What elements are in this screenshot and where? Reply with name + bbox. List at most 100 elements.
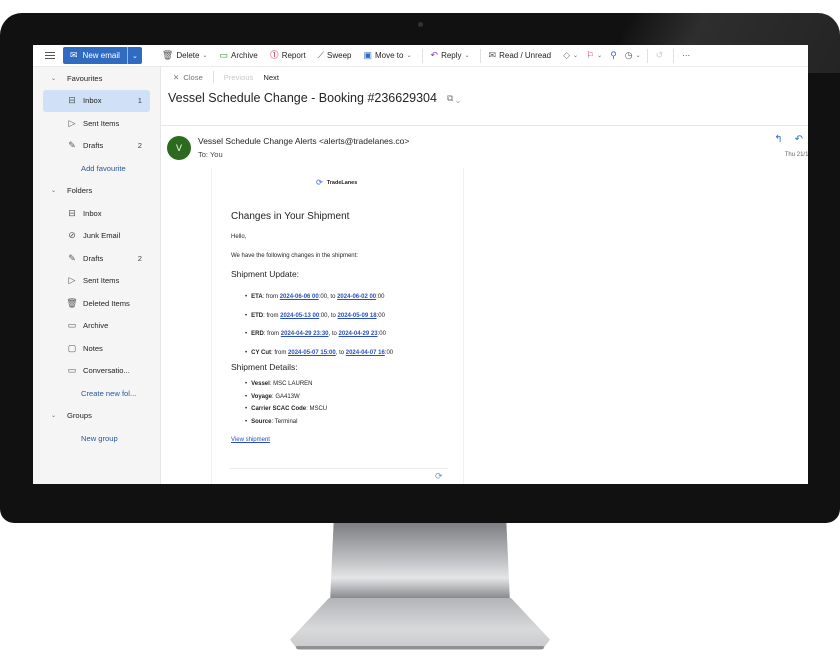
chevron-down-icon: ⌄ xyxy=(406,53,412,59)
sidebar-item-junk-email[interactable]: ⊘ Junk Email xyxy=(43,225,150,248)
email-intro: We have the following changes in the shi… xyxy=(231,253,358,259)
sidebar-item-conversation-history[interactable]: ▭ Conversatio... xyxy=(43,360,150,383)
detail-label: Source xyxy=(251,418,272,425)
footer-divider xyxy=(230,468,448,469)
sidebar-item-inbox[interactable]: ⊟ Inbox xyxy=(43,202,150,225)
read-unread-button[interactable]: ✉ Read / Unread xyxy=(489,51,552,61)
read-unread-label: Read / Unread xyxy=(499,51,552,60)
reply-label: Reply xyxy=(441,51,462,60)
next-button[interactable]: Next xyxy=(263,73,279,82)
chevron-down-icon: ⌄ xyxy=(51,413,57,420)
camera-icon xyxy=(418,22,423,27)
bullet: • xyxy=(245,331,248,338)
sidebar-item-sent-items[interactable]: ▷ Sent Items xyxy=(43,270,150,293)
sidebar-item-label: Notes xyxy=(83,343,103,353)
delete-button[interactable]: 🗑︎ Delete ⌄ xyxy=(162,51,208,61)
favourites-header[interactable]: ⌄ Favourites xyxy=(33,67,160,90)
folder-pane: ⌄ Favourites ⊟ Inbox 1 ▷ Sent Items ✎ Dr… xyxy=(33,67,160,484)
folders-header[interactable]: ⌄ Folders xyxy=(33,180,160,203)
to-date-link[interactable]: 2024-04-07 16 xyxy=(346,350,385,356)
from-date-link[interactable]: 2024-04-29 23:30 xyxy=(281,331,329,337)
report-button[interactable]: ⓵ Report xyxy=(270,51,306,61)
from-date-link[interactable]: 2024-05-13 00 xyxy=(280,313,319,319)
recipient-line: To: You xyxy=(198,150,223,159)
archive-label: Archive xyxy=(231,51,258,60)
toolbar-divider xyxy=(421,48,423,63)
tradelanes-logo: ⟳ TradeLanes xyxy=(316,178,357,187)
reply-icon[interactable]: ↰ xyxy=(774,134,782,145)
move-to-button[interactable]: ▣ Move to ⌄ xyxy=(364,51,412,61)
sidebar-item-sent-items[interactable]: ▷ Sent Items xyxy=(43,112,150,135)
sidebar-item-label: Inbox xyxy=(83,208,102,218)
pencil-icon: ✎ xyxy=(68,140,76,151)
more-icon: ··· xyxy=(682,51,691,60)
shipment-update-heading: Shipment Update: xyxy=(231,269,300,279)
sender-name[interactable]: Vessel Schedule Change Alerts <alerts@tr… xyxy=(198,136,409,146)
toolbar-divider xyxy=(673,48,675,63)
new-email-button[interactable]: ✉ New email xyxy=(63,47,127,64)
command-toolbar: ✉ New email ⌄ 🗑︎ Delete ⌄ ▭ Archive ⓵ Re… xyxy=(33,45,808,67)
from-date-link[interactable]: 2024-06-06 00 xyxy=(280,294,319,300)
update-label: CY Cut xyxy=(251,350,271,357)
reading-pane: ✕ Close Previous Next Vessel Schedule Ch… xyxy=(160,67,808,484)
close-button[interactable]: ✕ Close xyxy=(173,73,203,82)
sweep-icon: ⟋ xyxy=(317,50,325,60)
groups-title: Groups xyxy=(67,411,92,421)
favourites-title: Favourites xyxy=(67,73,103,83)
hamburger-menu-icon[interactable] xyxy=(45,52,59,59)
shipment-details-heading: Shipment Details: xyxy=(231,362,298,372)
sidebar-item-drafts[interactable]: ✎ Drafts 2 xyxy=(43,135,150,158)
detail-label: Carrier SCAC Code xyxy=(251,406,307,413)
sidebar-item-label: Inbox xyxy=(83,96,102,106)
sidebar-item-notes[interactable]: ▢ Notes xyxy=(43,337,150,360)
from-date-link[interactable]: 2024-05-07 15:00 xyxy=(288,350,336,356)
snooze-button[interactable]: ◷ ⌄ xyxy=(625,51,641,60)
draft-count: 2 xyxy=(137,253,142,263)
undo-icon: ↺ xyxy=(655,50,664,60)
to-time-tail: :00 xyxy=(376,294,385,301)
summary-icon[interactable]: ⧉ ⌄ xyxy=(447,93,460,104)
message-date: Thu 21/11/ xyxy=(784,152,808,158)
detail-item-voyage: • Voyage: GA413W xyxy=(245,393,300,400)
pin-button[interactable]: ⚲ xyxy=(610,51,617,60)
message-nav-bar: ✕ Close Previous Next xyxy=(161,67,808,87)
undo-button[interactable]: ↺ xyxy=(656,51,664,60)
sidebar-item-inbox[interactable]: ⊟ Inbox 1 xyxy=(43,89,150,112)
reply-all-icon[interactable]: ↶ xyxy=(795,134,803,145)
trash-icon: 🗑︎ xyxy=(66,297,78,308)
chevron-down-icon: ⌄ xyxy=(597,53,603,59)
detail-item-scac: • Carrier SCAC Code: MSCU xyxy=(245,406,328,413)
unread-count: 1 xyxy=(137,96,142,106)
pencil-icon: ✎ xyxy=(68,252,76,263)
sidebar-item-archive[interactable]: ▭ Archive xyxy=(43,315,150,338)
send-icon: ▷ xyxy=(68,275,76,286)
bullet: • xyxy=(245,294,248,301)
to-date-link[interactable]: 2024-04-29 23 xyxy=(339,331,378,337)
groups-header[interactable]: ⌄ Groups xyxy=(33,405,160,428)
previous-button[interactable]: Previous xyxy=(224,73,254,82)
send-icon: ▷ xyxy=(68,117,76,128)
archive-button[interactable]: ▭ Archive xyxy=(219,51,258,61)
new-email-dropdown-button[interactable]: ⌄ xyxy=(126,47,142,64)
chevron-down-icon: ⌄ xyxy=(51,188,57,195)
note-icon: ▢ xyxy=(67,342,77,353)
more-options-button[interactable]: ··· xyxy=(682,51,690,60)
view-shipment-link[interactable]: View shipment xyxy=(231,437,270,443)
create-new-folder-link[interactable]: Create new fol... xyxy=(33,382,160,405)
sidebar-item-label: Sent Items xyxy=(83,276,120,286)
tag-icon: ◇ xyxy=(563,50,571,60)
monitor-stand-shadow xyxy=(296,646,544,649)
reply-button[interactable]: ↶ Reply ⌄ xyxy=(431,51,470,61)
sidebar-item-drafts[interactable]: ✎ Drafts 2 xyxy=(43,247,150,270)
sweep-button[interactable]: ⟋ Sweep xyxy=(317,50,352,61)
move-to-label: Move to xyxy=(375,51,404,60)
new-group-link[interactable]: New group xyxy=(33,427,160,450)
categorize-button[interactable]: ◇ ⌄ xyxy=(563,51,578,60)
to-date-link[interactable]: 2024-06-02 00 xyxy=(337,294,376,300)
shipment-update-list: • ETA: from 2024-06-06 00:00, to 2024-06… xyxy=(245,288,393,362)
add-favourite-link[interactable]: Add favourite xyxy=(33,157,160,180)
sidebar-item-deleted-items[interactable]: 🗑︎ Deleted Items xyxy=(43,292,150,315)
update-item-eta: • ETA: from 2024-06-06 00:00, to 2024-06… xyxy=(245,294,385,301)
flag-button[interactable]: ⚐ ⌄ xyxy=(586,51,602,60)
to-date-link[interactable]: 2024-05-09 18 xyxy=(338,313,377,319)
